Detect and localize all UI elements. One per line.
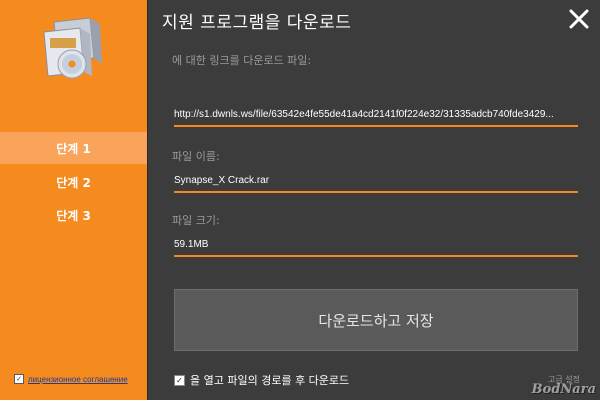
step-3[interactable]: 단계 3 <box>0 199 147 231</box>
file-name-field[interactable]: Synapse_X Crack.rar <box>174 174 578 193</box>
file-name-label: 파일 이름: <box>172 150 220 163</box>
step-1[interactable]: 단계 1 <box>0 132 147 164</box>
download-and-save-button[interactable]: 다운로드하고 저장 <box>174 289 578 351</box>
link-field[interactable]: http://s1.dwnls.ws/file/63542e4fe55de41a… <box>174 108 578 127</box>
open-after-download-label: 을 열고 파일의 경로를 후 다운로드 <box>190 374 350 387</box>
step-2[interactable]: 단계 2 <box>0 166 147 198</box>
window-title: 지원 프로그램을 다운로드 <box>162 13 352 33</box>
installer-window: 단계 1 단계 2 단계 3 ✓ лицензионное соглашение… <box>0 0 600 400</box>
sidebar: 단계 1 단계 2 단계 3 ✓ лицензионное соглашение <box>0 0 148 400</box>
watermark-logo: BodNara <box>531 382 596 397</box>
open-after-download-option: ✓ 을 열고 파일의 경로를 후 다운로드 <box>174 372 349 388</box>
license-checkbox[interactable]: ✓ <box>14 374 24 384</box>
link-label: 에 대한 링크를 다운로드 파일: <box>172 54 312 67</box>
file-size-field: 59.1MB <box>174 238 578 257</box>
file-size-label: 파일 크기: <box>172 214 220 227</box>
close-icon[interactable] <box>568 8 590 30</box>
open-after-download-checkbox[interactable]: ✓ <box>174 374 185 386</box>
license-link[interactable]: лицензионное соглашение <box>28 375 128 384</box>
software-box-icon <box>40 14 106 84</box>
license-agreement: ✓ лицензионное соглашение <box>14 374 128 384</box>
main-panel: 지원 프로그램을 다운로드 에 대한 링크를 다운로드 파일: http://s… <box>148 0 600 400</box>
